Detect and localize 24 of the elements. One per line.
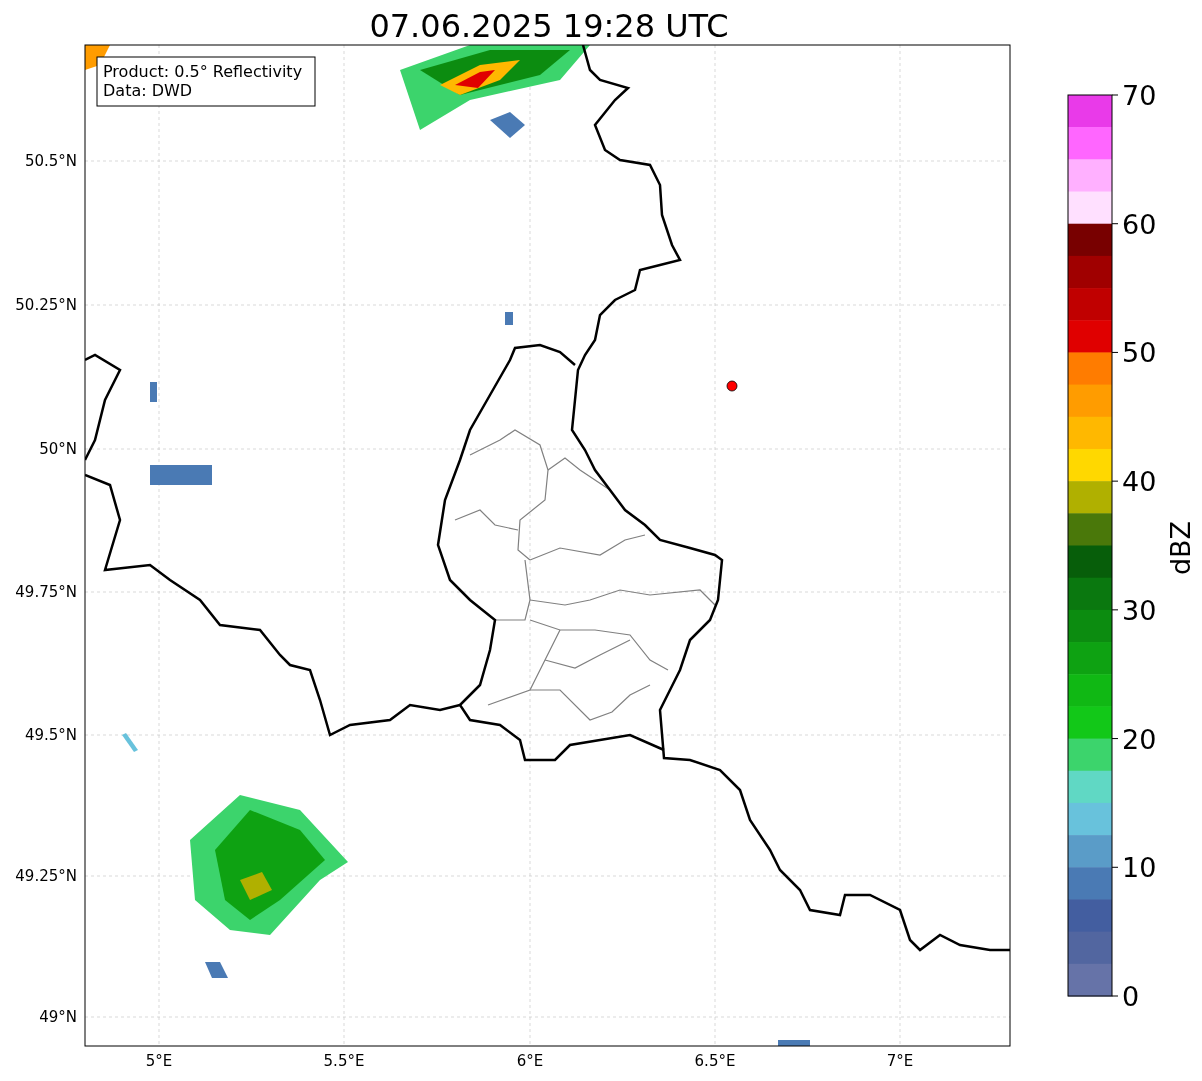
longitude-label: 7°E [886,1052,914,1070]
longitude-label: 6.5°E [694,1052,736,1070]
info-text: Data: DWD [103,81,193,100]
colorbar-tick-label: 50 [1122,337,1157,369]
latitude-label: 50.5°N [24,152,77,170]
colorbar-tick-label: 70 [1122,80,1157,111]
longitude-label: 5°E [145,1052,173,1070]
longitude-label: 5.5°E [323,1052,365,1070]
latitude-label: 49.75°N [15,583,77,601]
latitude-label: 49.25°N [15,867,77,885]
info-text: Product: 0.5° Reflectivity [103,62,303,81]
colorbar-tick-label: 10 [1122,852,1157,884]
colorbar-label: dBZ [1165,520,1196,576]
colorbar-tick-label: 20 [1122,723,1157,755]
colorbar-tick-label: 60 [1122,208,1157,240]
colorbar-tick-label: 30 [1122,594,1157,626]
latitude-label: 50.25°N [15,296,77,314]
latitude-label: 49°N [39,1008,77,1026]
colorbar-tick-label: 40 [1122,466,1157,498]
latitude-label: 50°N [39,440,77,458]
chart-title: 07.06.2025 19:28 UTC [369,7,729,45]
latitude-label: 49.5°N [24,726,77,744]
longitude-label: 6°E [516,1052,544,1070]
colorbar-tick-label: 0 [1122,981,1140,1012]
